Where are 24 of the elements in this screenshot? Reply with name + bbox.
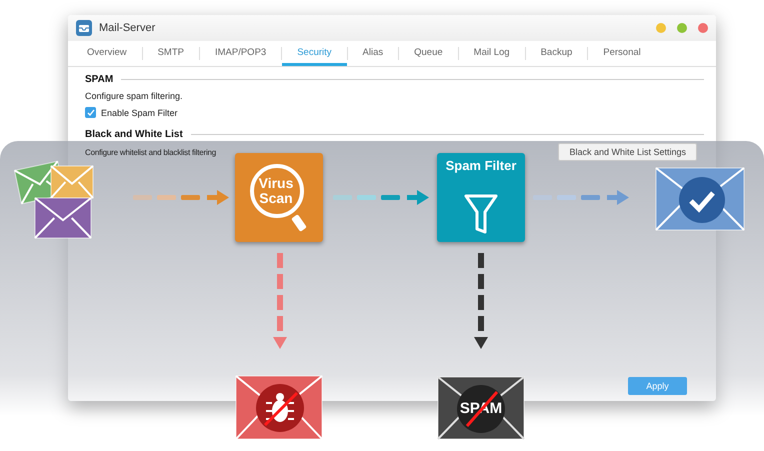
funnel-icon	[464, 194, 498, 236]
tab[interactable]: Alias	[348, 41, 398, 66]
stage-label: Virus Scan	[258, 176, 294, 206]
tab[interactable]: Overview	[72, 41, 142, 66]
app-icon	[76, 20, 92, 36]
tab[interactable]: Queue	[399, 41, 458, 66]
maximize-button[interactable]	[677, 23, 687, 33]
section-title: SPAM	[85, 74, 114, 85]
tab[interactable]: Security	[282, 41, 347, 66]
tab[interactable]: Mail Log	[458, 41, 525, 66]
tab[interactable]: SMTP	[142, 41, 199, 66]
section-description: Configure spam filtering.	[85, 91, 184, 101]
spam-filter-checkbox[interactable]: Enable Spam Filter	[85, 107, 704, 118]
checkbox[interactable]	[85, 107, 96, 118]
tab[interactable]: Backup	[526, 41, 588, 66]
window-title: Mail-Server	[99, 22, 156, 34]
section-description: Configure whitelist and blacklist filtering	[85, 148, 216, 156]
close-button[interactable]	[698, 23, 708, 33]
stage-label: Spam Filter	[444, 159, 518, 173]
section-title: Black and White List	[85, 129, 183, 140]
list-settings-button[interactable]: Black and White List Settings	[558, 143, 697, 161]
minimize-button[interactable]	[656, 23, 666, 33]
tab[interactable]: IMAP/POP3	[200, 41, 282, 66]
tab[interactable]: Personal	[588, 41, 656, 66]
